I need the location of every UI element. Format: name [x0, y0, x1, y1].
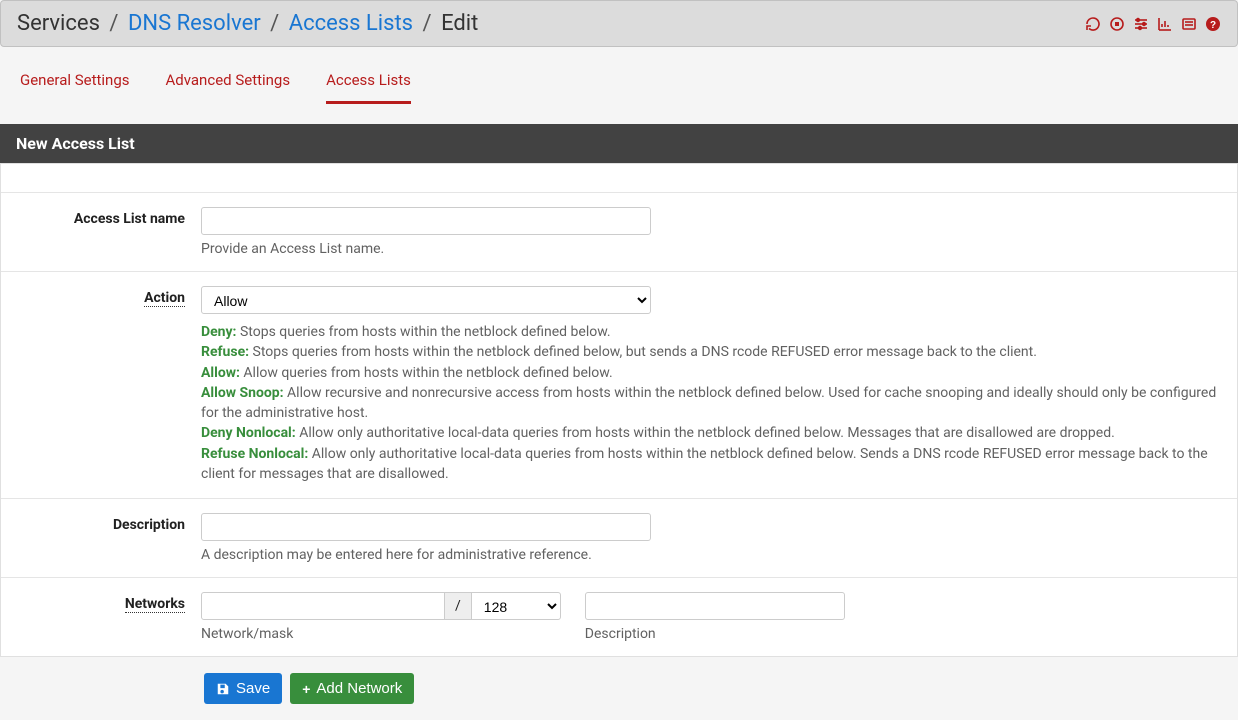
- breadcrumb-sep: /: [265, 11, 280, 36]
- tab-general-settings[interactable]: General Settings: [20, 71, 130, 104]
- deny-text: Stops queries from hosts within the netb…: [237, 324, 611, 340]
- allow-text: Allow queries from hosts within the netb…: [240, 365, 613, 381]
- save-label: Save: [236, 680, 270, 697]
- sliders-icon[interactable]: [1133, 16, 1149, 32]
- row-description: Description A description may be entered…: [1, 498, 1237, 577]
- network-description-input[interactable]: [585, 592, 845, 620]
- row-access-list-name: Access List name Provide an Access List …: [1, 192, 1237, 271]
- add-network-button[interactable]: + Add Network: [290, 673, 414, 704]
- form-panel: New Access List Access List name Provide…: [0, 124, 1238, 720]
- allow-snoop-text: Allow recursive and nonrecursive access …: [201, 385, 1216, 421]
- add-network-label: Add Network: [316, 680, 402, 697]
- allow-term: Allow:: [201, 365, 240, 381]
- deny-nonlocal-term: Deny Nonlocal:: [201, 425, 296, 441]
- save-icon: [216, 682, 230, 696]
- allow-snoop-term: Allow Snoop:: [201, 385, 284, 401]
- label-networks: Networks: [11, 592, 201, 642]
- deny-term: Deny:: [201, 324, 237, 340]
- log-icon[interactable]: [1181, 16, 1197, 32]
- refuse-text: Stops queries from hosts within the netb…: [249, 344, 1037, 360]
- breadcrumb-dns-resolver[interactable]: DNS Resolver: [128, 11, 261, 36]
- sublabel-network-description: Description: [585, 626, 845, 642]
- label-access-list-name: Access List name: [11, 207, 201, 257]
- network-input[interactable]: [201, 592, 445, 620]
- refuse-nonlocal-text: Allow only authoritative local-data quer…: [201, 446, 1208, 482]
- deny-nonlocal-text: Allow only authoritative local-data quer…: [296, 425, 1115, 441]
- tab-bar: General Settings Advanced Settings Acces…: [0, 47, 1238, 104]
- help-access-list-name: Provide an Access List name.: [201, 241, 1227, 257]
- plus-icon: +: [302, 681, 310, 697]
- refresh-icon[interactable]: [1085, 16, 1101, 32]
- breadcrumb-access-lists[interactable]: Access Lists: [289, 11, 413, 36]
- breadcrumb: Services / DNS Resolver / Access Lists /…: [17, 11, 478, 36]
- tab-advanced-settings[interactable]: Advanced Settings: [166, 71, 291, 104]
- breadcrumb-sep: /: [104, 11, 119, 36]
- sublabel-network-mask: Network/mask: [201, 626, 561, 642]
- mask-separator: /: [445, 592, 471, 620]
- label-description: Description: [11, 513, 201, 563]
- page-header: Services / DNS Resolver / Access Lists /…: [0, 0, 1238, 47]
- description-input[interactable]: [201, 513, 651, 541]
- action-descriptions: Deny: Stops queries from hosts within th…: [201, 322, 1227, 484]
- panel-title: New Access List: [0, 124, 1238, 163]
- chart-icon[interactable]: [1157, 16, 1173, 32]
- spacer: [1, 164, 1237, 192]
- network-mask-group: / 128: [201, 592, 561, 620]
- button-bar: Save + Add Network: [0, 657, 1238, 720]
- label-action: Action: [11, 286, 201, 484]
- row-networks: Networks / 128 Network/mask Description: [1, 577, 1237, 656]
- help-icon[interactable]: ?: [1205, 16, 1221, 32]
- breadcrumb-root: Services: [17, 11, 100, 36]
- tab-access-lists[interactable]: Access Lists: [326, 71, 411, 104]
- svg-text:?: ?: [1210, 20, 1216, 31]
- mask-select[interactable]: 128: [471, 592, 561, 620]
- header-action-icons: ?: [1085, 16, 1221, 32]
- row-action: Action DenyRefuseAllowAllow SnoopDeny No…: [1, 271, 1237, 498]
- stop-icon[interactable]: [1109, 16, 1125, 32]
- action-select[interactable]: DenyRefuseAllowAllow SnoopDeny NonlocalR…: [201, 286, 651, 314]
- refuse-term: Refuse:: [201, 344, 249, 360]
- save-button[interactable]: Save: [204, 673, 282, 704]
- access-list-name-input[interactable]: [201, 207, 651, 235]
- help-description: A description may be entered here for ad…: [201, 547, 1227, 563]
- refuse-nonlocal-term: Refuse Nonlocal:: [201, 446, 308, 462]
- breadcrumb-sep: /: [417, 11, 432, 36]
- breadcrumb-current: Edit: [441, 11, 478, 36]
